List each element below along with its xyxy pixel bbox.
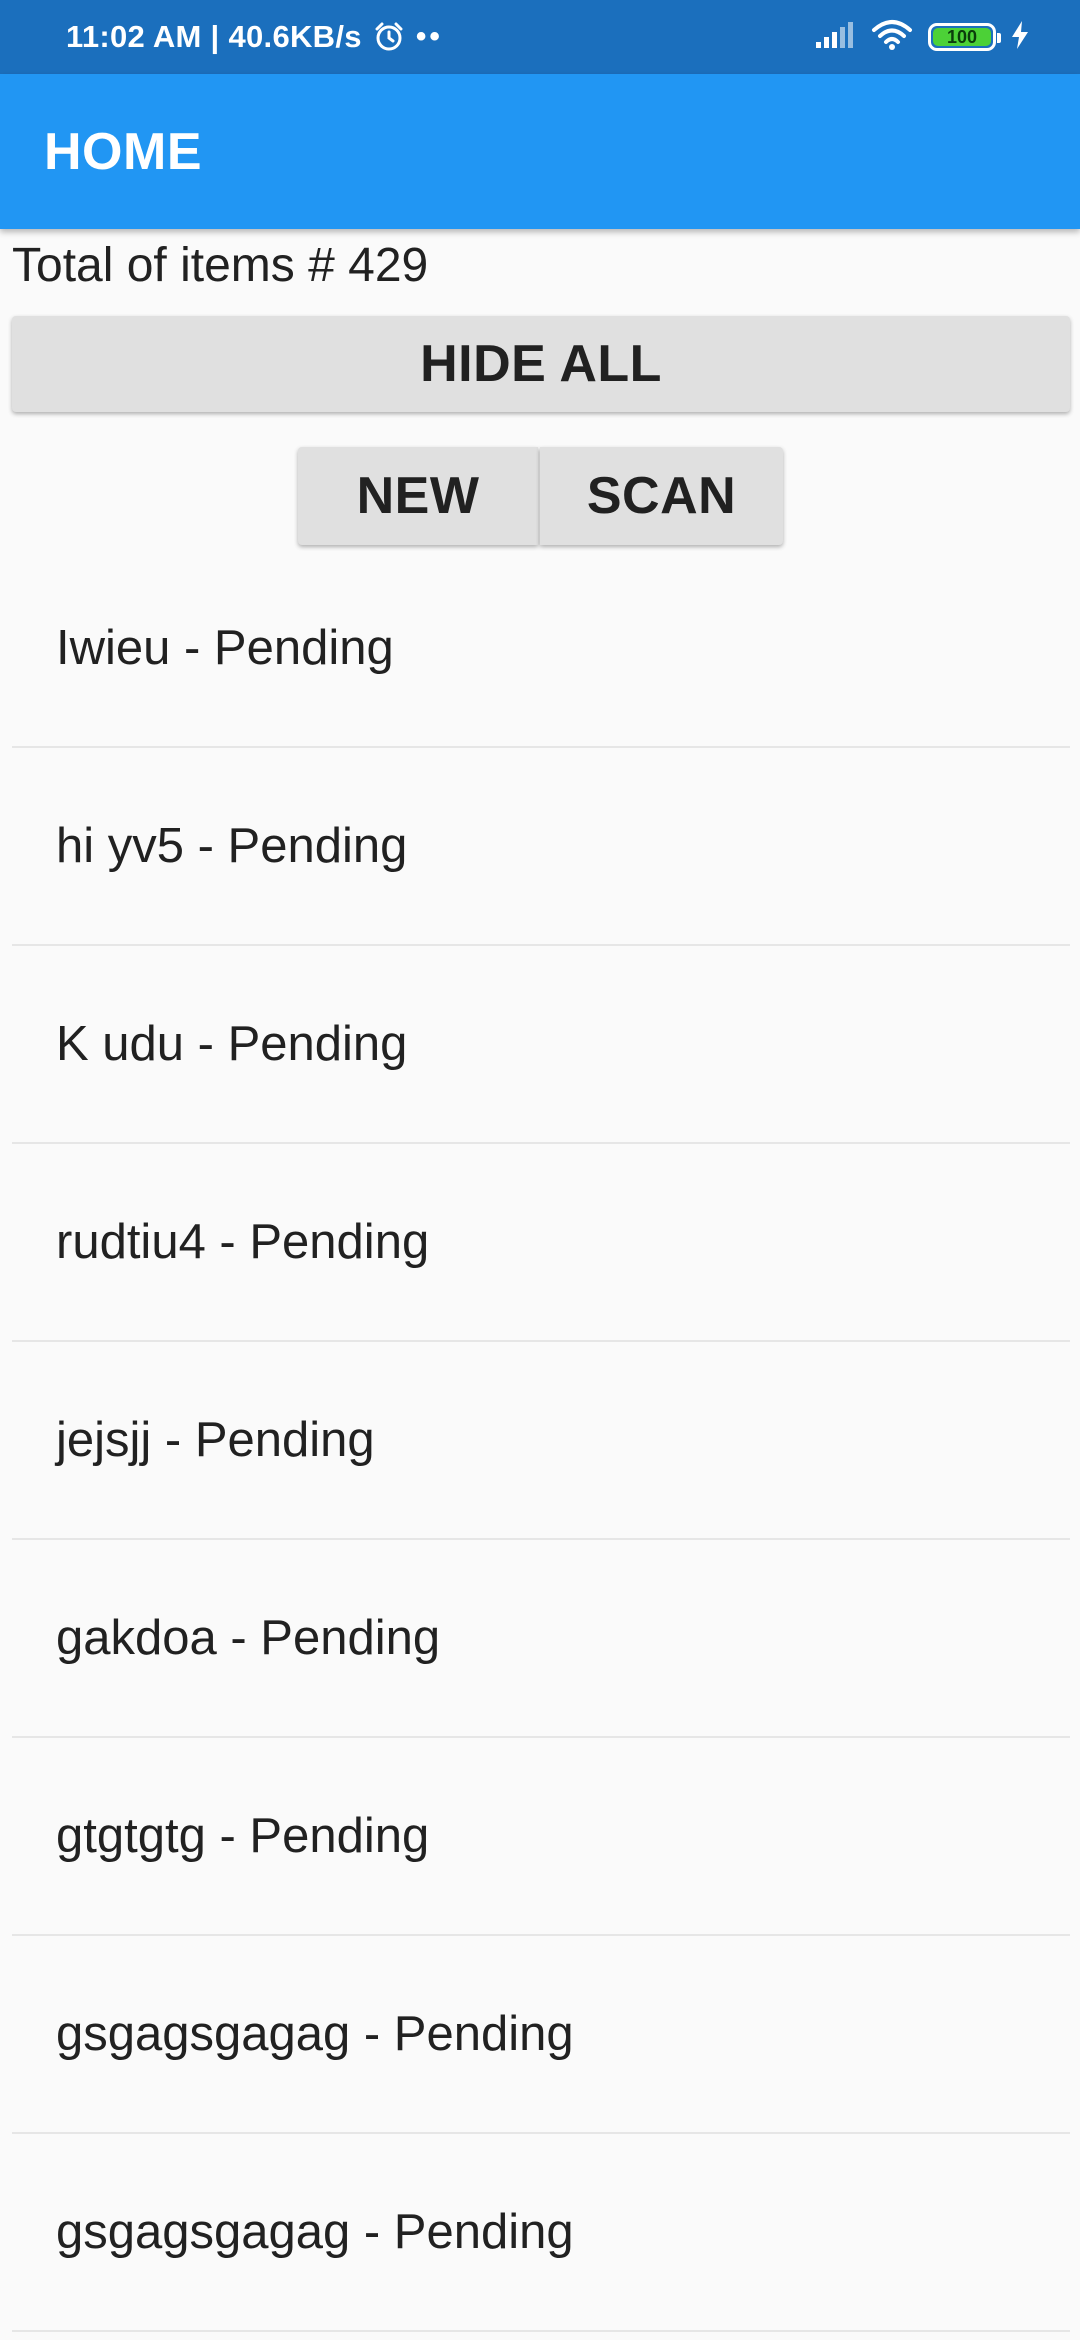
status-time: 11:02 AM | 40.6KB/s bbox=[66, 19, 362, 54]
list-item[interactable]: hi yv5 - Pending bbox=[12, 748, 1070, 946]
status-left: 11:02 AM | 40.6KB/s •• bbox=[66, 19, 443, 55]
scan-button[interactable]: SCAN bbox=[540, 447, 783, 545]
signal-icon bbox=[814, 20, 856, 55]
total-items-label: Total of items # 429 bbox=[12, 239, 429, 292]
list-item[interactable]: rudtiu4 - Pending bbox=[12, 1144, 1070, 1342]
list-item[interactable]: gakdoa - Pending bbox=[12, 1540, 1070, 1738]
battery-level: 100 bbox=[946, 26, 978, 47]
alarm-icon bbox=[372, 20, 406, 54]
list-item[interactable]: K udu - Pending bbox=[12, 946, 1070, 1144]
new-button[interactable]: NEW bbox=[298, 447, 538, 545]
items-list: Iwieu - Pending hi yv5 - Pending K udu -… bbox=[12, 550, 1070, 2332]
list-item[interactable]: gsgagsgagag - Pending bbox=[12, 2134, 1070, 2332]
hide-all-button[interactable]: HIDE ALL bbox=[12, 316, 1070, 412]
list-item[interactable]: gtgtgtg - Pending bbox=[12, 1738, 1070, 1936]
wifi-icon bbox=[870, 18, 914, 57]
status-right: 100 bbox=[814, 18, 1030, 57]
status-bar: 11:02 AM | 40.6KB/s •• 100 bbox=[0, 0, 1080, 74]
page-title: HOME bbox=[44, 122, 202, 181]
app-bar: HOME bbox=[0, 74, 1080, 229]
notification-dots: •• bbox=[415, 20, 443, 53]
list-item[interactable]: jejsjj - Pending bbox=[12, 1342, 1070, 1540]
charging-icon bbox=[1010, 20, 1030, 55]
list-item[interactable]: gsgagsgagag - Pending bbox=[12, 1936, 1070, 2134]
battery-icon: 100 bbox=[928, 23, 1001, 51]
list-item[interactable]: Iwieu - Pending bbox=[12, 550, 1070, 748]
